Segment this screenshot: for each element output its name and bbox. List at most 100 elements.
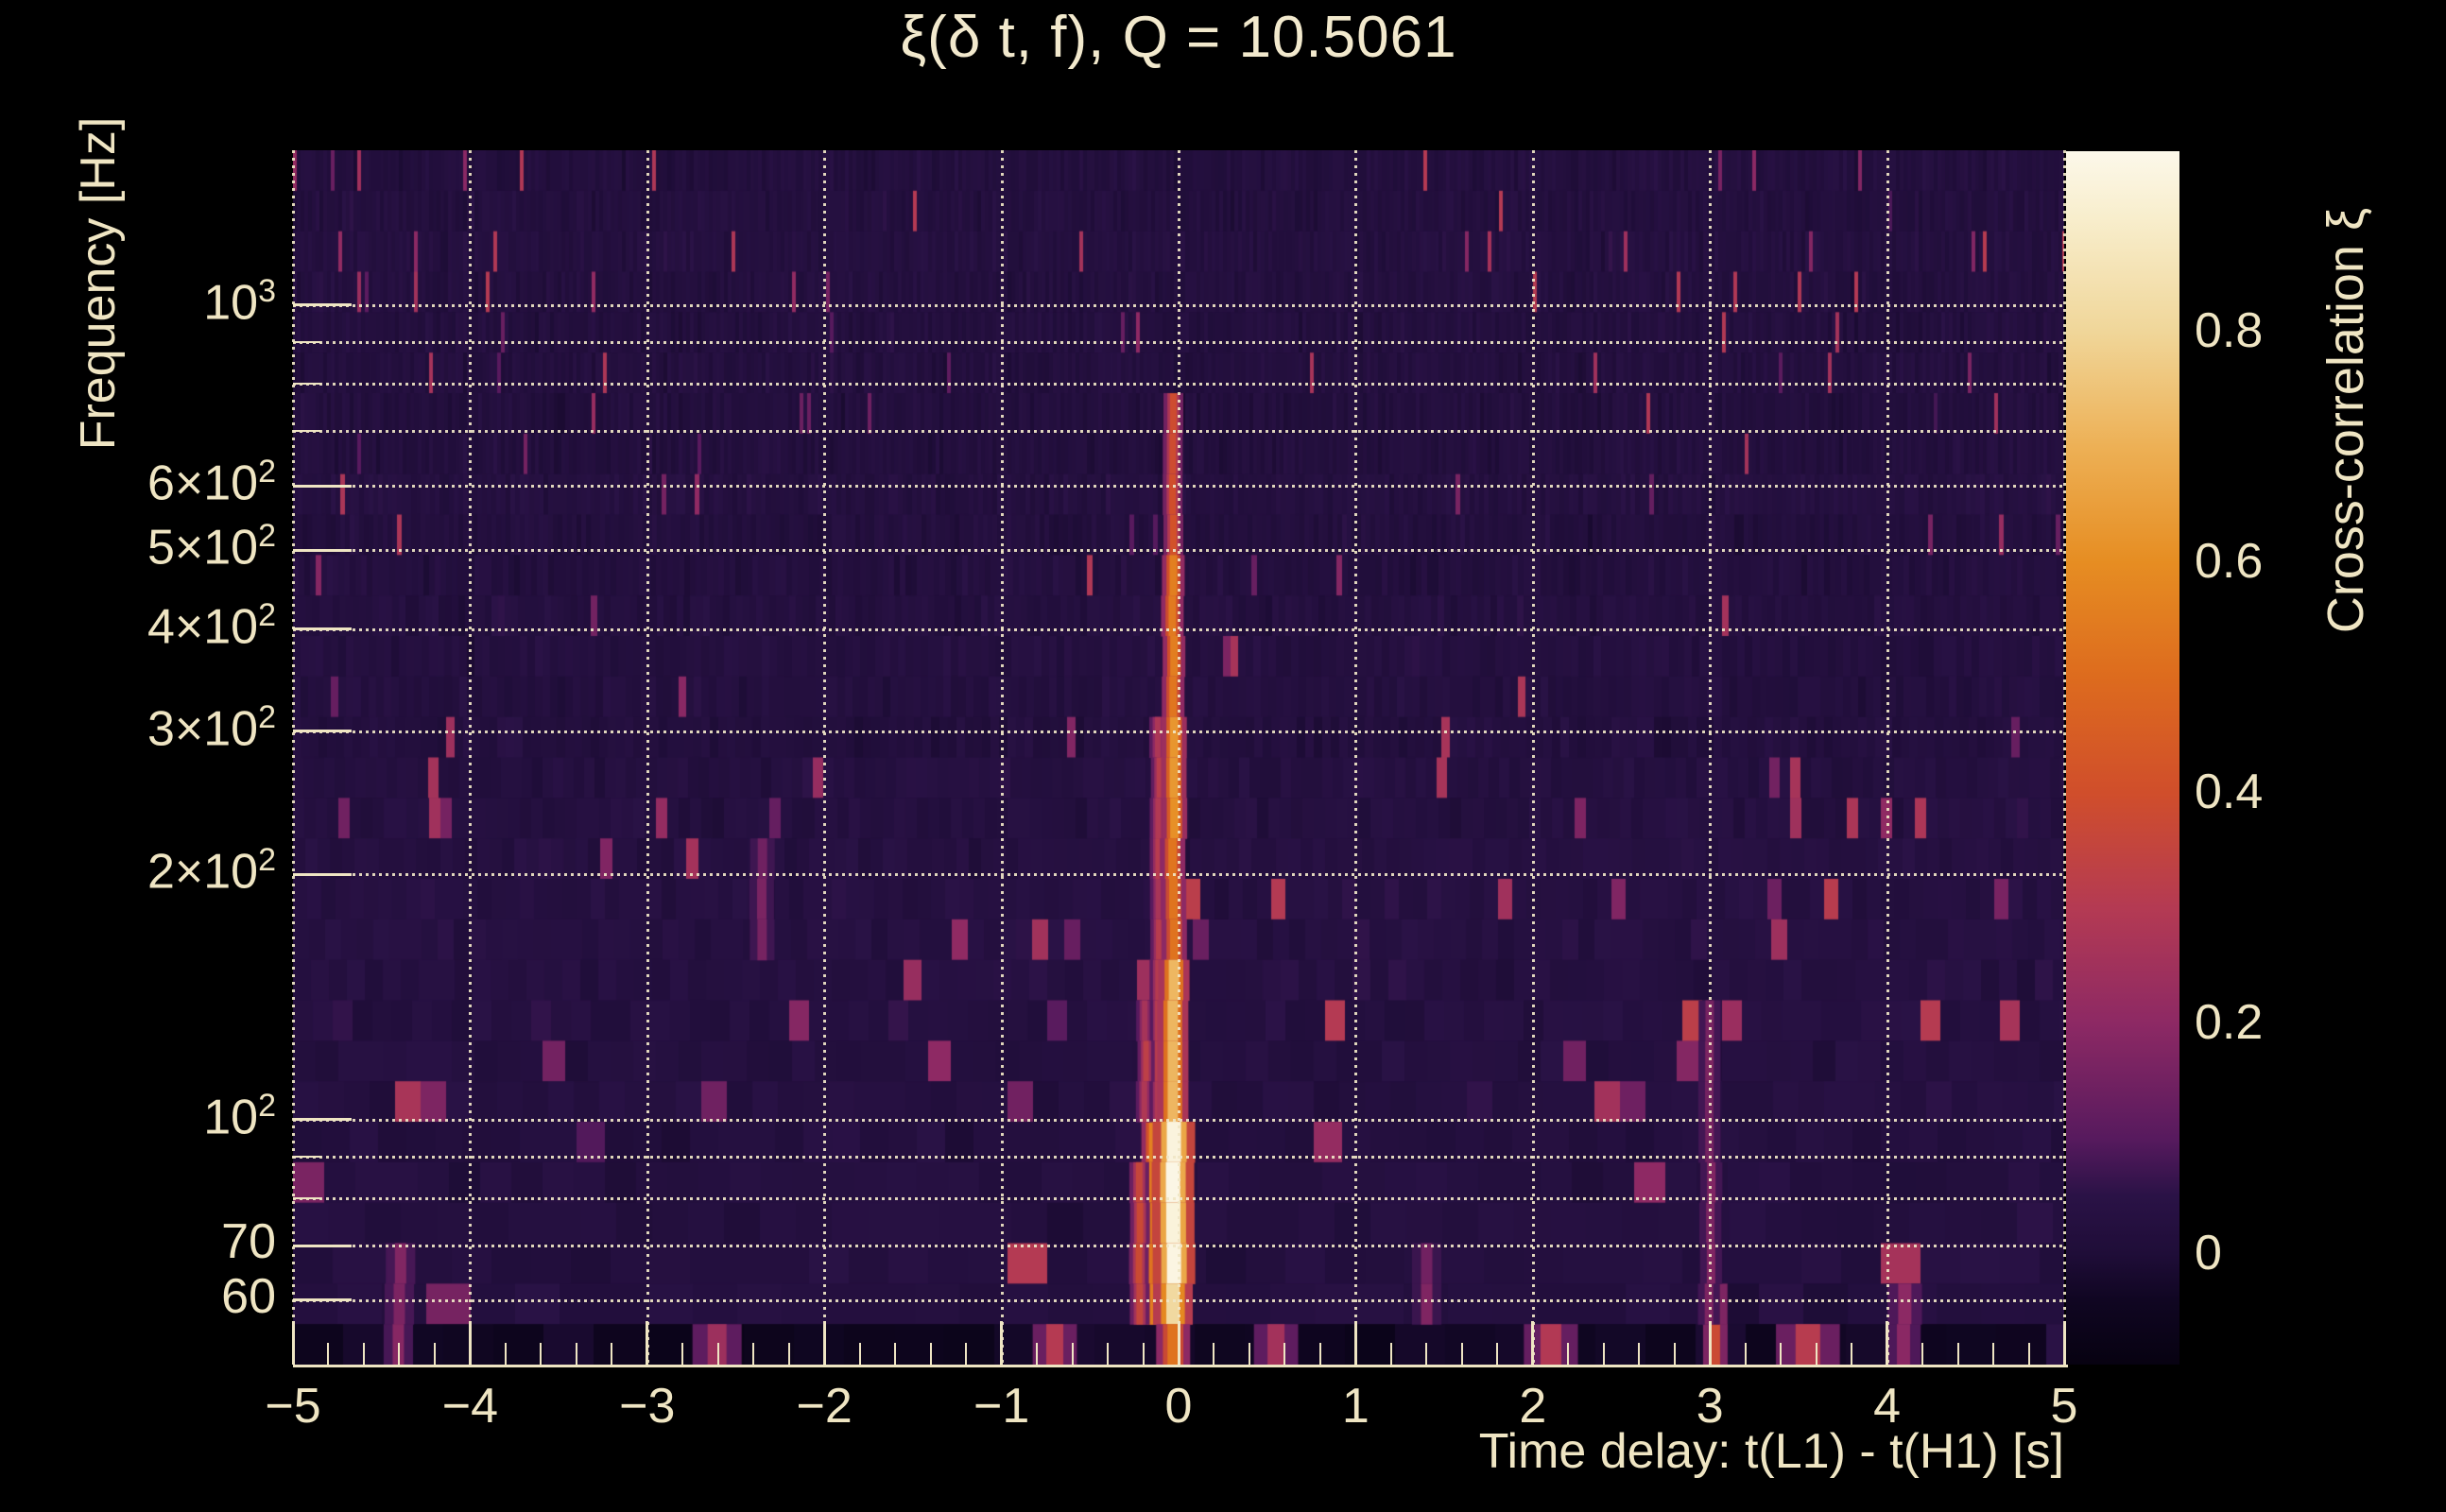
plot-title: ξ(δ t, f), Q = 10.5061	[900, 5, 1457, 70]
x-minor-tick	[716, 1343, 719, 1365]
colorbar-title: Cross-correlation ξ	[2317, 207, 2374, 634]
x-minor-tick	[1851, 1343, 1853, 1365]
x-minor-tick	[752, 1343, 755, 1365]
colorbar-tick-label: 0.6	[2195, 534, 2264, 590]
x-minor-tick	[1248, 1343, 1250, 1365]
x-major-tick	[646, 1321, 649, 1365]
x-minor-tick	[504, 1343, 507, 1365]
x-minor-tick	[965, 1343, 968, 1365]
y-major-tick	[293, 730, 352, 733]
y-major-tick	[293, 872, 352, 876]
v-gridline	[292, 150, 295, 1365]
x-minor-tick	[1107, 1343, 1110, 1365]
x-minor-tick	[362, 1343, 365, 1365]
x-minor-tick	[1567, 1343, 1570, 1365]
x-major-tick	[1177, 1321, 1180, 1365]
colorbar-tick-label: 0	[2195, 1225, 2222, 1280]
v-gridline	[1709, 150, 1713, 1365]
v-gridline	[646, 150, 649, 1365]
y-major-tick	[293, 1244, 352, 1247]
x-minor-tick	[787, 1343, 790, 1365]
x-minor-tick	[540, 1343, 543, 1365]
x-tick-label: 2	[1519, 1379, 1547, 1434]
v-gridline	[469, 150, 473, 1365]
v-gridline	[1531, 150, 1535, 1365]
y-major-tick	[293, 627, 352, 631]
x-tick-label: 1	[1341, 1379, 1369, 1434]
x-minor-tick	[1036, 1343, 1039, 1365]
x-tick-label: 0	[1164, 1379, 1193, 1434]
y-major-tick	[293, 1298, 352, 1302]
y-major-tick	[293, 548, 352, 552]
v-gridline	[1354, 150, 1358, 1365]
x-minor-tick	[1142, 1343, 1145, 1365]
x-minor-tick	[1389, 1343, 1392, 1365]
x-tick-label: 5	[2050, 1379, 2078, 1434]
x-major-tick	[1353, 1321, 1357, 1365]
x-tick-label: −5	[265, 1379, 321, 1434]
y-major-tick	[293, 484, 352, 488]
x-minor-tick	[575, 1343, 577, 1365]
x-minor-tick	[1815, 1343, 1817, 1365]
x-minor-tick	[1283, 1343, 1286, 1365]
x-minor-tick	[1673, 1343, 1676, 1365]
x-minor-tick	[2027, 1343, 2030, 1365]
y-tick-label: 60	[221, 1268, 276, 1324]
x-minor-tick	[1213, 1343, 1215, 1365]
x-major-tick	[468, 1321, 472, 1365]
x-minor-tick	[1496, 1343, 1499, 1365]
v-gridline	[1178, 150, 1180, 1365]
y-minor-tick	[293, 1156, 321, 1159]
x-minor-tick	[929, 1343, 932, 1365]
colorbar-tick-label: 0.2	[2195, 995, 2264, 1051]
x-axis-line	[293, 1365, 2068, 1367]
x-minor-tick	[1071, 1343, 1074, 1365]
x-axis-title: Time delay: t(L1) - t(H1) [s]	[1478, 1424, 2064, 1479]
x-tick-label: −3	[619, 1379, 676, 1434]
y-minor-tick	[293, 1197, 321, 1200]
x-minor-tick	[398, 1343, 401, 1365]
y-tick-label: 5×102	[146, 518, 276, 576]
y-tick-label: 3×102	[146, 698, 276, 756]
cross-correlation-qscan-figure: ξ(δ t, f), Q = 10.5061 Frequency [Hz] Ti…	[0, 0, 2446, 1512]
x-minor-tick	[1780, 1343, 1783, 1365]
v-gridline	[1000, 150, 1004, 1365]
x-major-tick	[1531, 1321, 1535, 1365]
x-major-tick	[1000, 1321, 1004, 1365]
x-major-tick	[1886, 1321, 1889, 1365]
x-minor-tick	[1992, 1343, 1995, 1365]
x-minor-tick	[894, 1343, 897, 1365]
v-gridline	[823, 150, 827, 1365]
v-gridline	[1886, 150, 1889, 1365]
y-tick-label: 2×102	[146, 842, 276, 900]
x-tick-label: −1	[973, 1379, 1030, 1434]
x-major-tick	[822, 1321, 826, 1365]
x-tick-label: 3	[1696, 1379, 1724, 1434]
y-tick-label: 103	[203, 272, 276, 331]
x-minor-tick	[858, 1343, 861, 1365]
x-major-tick	[1708, 1321, 1712, 1365]
x-major-tick	[291, 1321, 295, 1365]
x-minor-tick	[611, 1343, 613, 1365]
y-minor-tick	[293, 383, 321, 386]
x-tick-label: −2	[796, 1379, 853, 1434]
x-minor-tick	[327, 1343, 330, 1365]
x-tick-label: 4	[1873, 1379, 1902, 1434]
y-tick-label: 6×102	[146, 454, 276, 511]
x-minor-tick	[1318, 1343, 1321, 1365]
y-tick-label: 70	[221, 1214, 276, 1270]
y-tick-label: 4×102	[146, 596, 276, 655]
x-minor-tick	[1425, 1343, 1428, 1365]
x-minor-tick	[1602, 1343, 1605, 1365]
colorbar-tick-label: 0.4	[2195, 765, 2264, 820]
x-tick-label: −4	[441, 1379, 499, 1434]
y-tick-label: 102	[203, 1087, 276, 1144]
x-minor-tick	[681, 1343, 684, 1365]
colorbar-gradient	[2066, 151, 2179, 1365]
x-minor-tick	[1921, 1343, 1924, 1365]
x-minor-tick	[1638, 1343, 1641, 1365]
x-minor-tick	[1744, 1343, 1747, 1365]
colorbar-tick-label: 0.8	[2195, 303, 2264, 359]
y-minor-tick	[293, 430, 321, 433]
y-minor-tick	[293, 341, 321, 344]
